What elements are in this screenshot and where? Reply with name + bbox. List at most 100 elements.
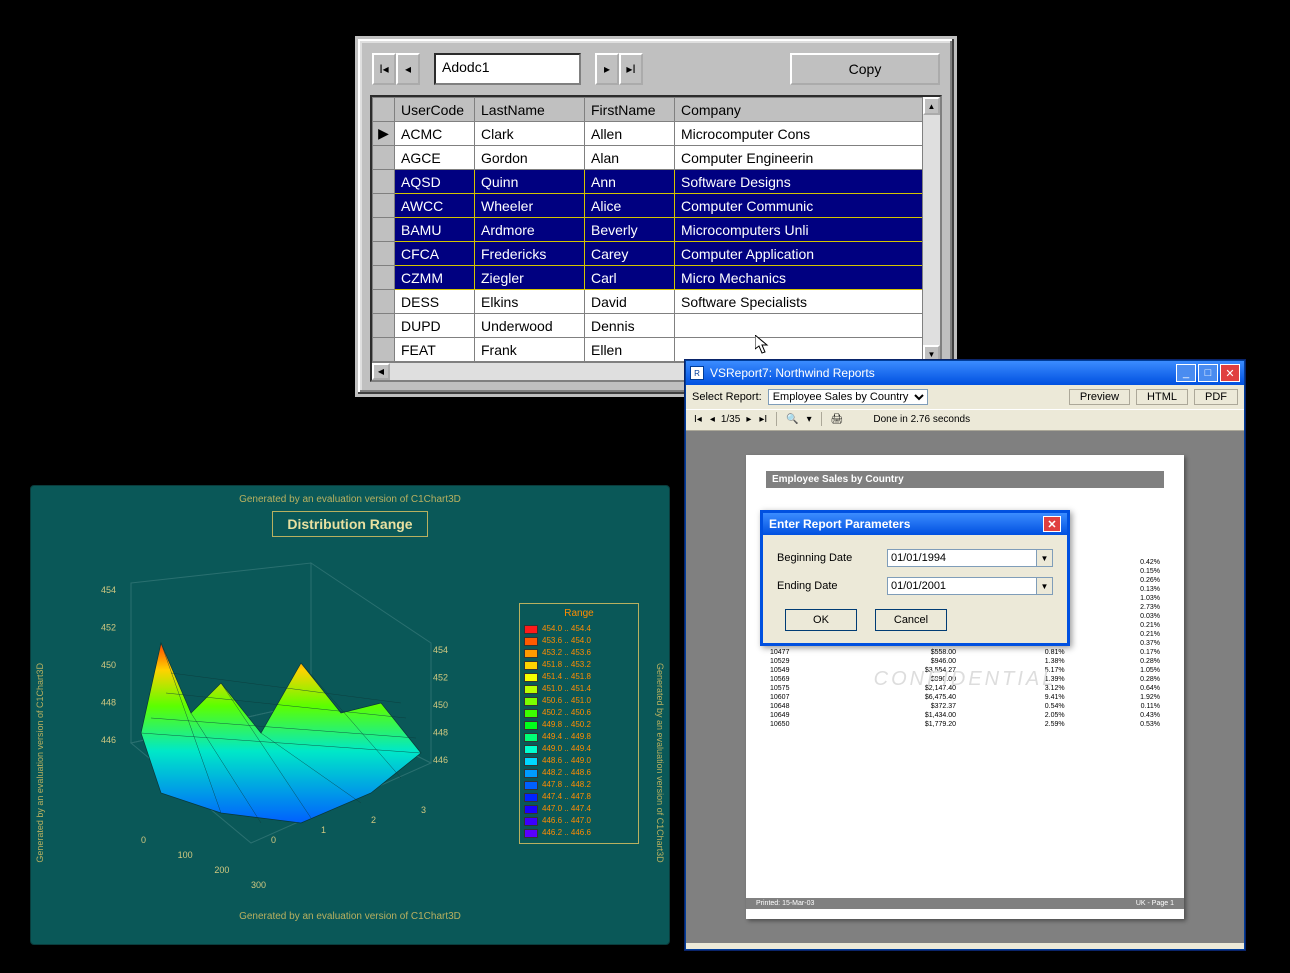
report-page-header: Employee Sales by Country: [766, 471, 1164, 488]
svg-text:200: 200: [214, 865, 229, 875]
recordset-name: Adodc1: [434, 53, 581, 85]
pager-prev-icon[interactable]: ◂: [708, 414, 717, 425]
table-row[interactable]: CFCAFredericksCareyComputer Application: [373, 242, 940, 266]
col-firstname[interactable]: FirstName: [585, 98, 675, 122]
end-date-dropdown-icon[interactable]: ▼: [1036, 578, 1052, 594]
table-row[interactable]: ▶ACMCClarkAllenMicrocomputer Cons: [373, 122, 940, 146]
legend-item: 449.4 .. 449.8: [524, 731, 634, 743]
report-status: Done in 2.76 seconds: [873, 414, 970, 425]
report-titlebar[interactable]: R VSReport7: Northwind Reports _ □ ✕: [686, 361, 1244, 385]
cancel-button[interactable]: Cancel: [875, 609, 947, 631]
preview-button[interactable]: Preview: [1069, 389, 1130, 405]
col-usercode[interactable]: UserCode: [395, 98, 475, 122]
end-date-input[interactable]: [888, 578, 1036, 594]
data-grid[interactable]: UserCode LastName FirstName Company ▶ACM…: [370, 95, 942, 382]
report-row: 10648$372.370.54%0.11%: [766, 702, 1164, 711]
chart-eval-right: Generated by an evaluation version of C1…: [655, 663, 665, 863]
svg-text:454: 454: [101, 585, 116, 595]
table-row[interactable]: BAMUArdmoreBeverlyMicrocomputers Unli: [373, 218, 940, 242]
table-row[interactable]: AGCEGordonAlanComputer Engineerin: [373, 146, 940, 170]
svg-text:0: 0: [271, 835, 276, 845]
report-select[interactable]: Employee Sales by Country: [768, 389, 928, 405]
svg-text:1: 1: [321, 825, 326, 835]
svg-text:452: 452: [433, 673, 448, 683]
report-row: 10649$1,434.002.05%0.43%: [766, 711, 1164, 720]
svg-text:3: 3: [421, 805, 426, 815]
report-row: 10529$946.001.38%0.28%: [766, 657, 1164, 666]
legend-item: 449.0 .. 449.4: [524, 743, 634, 755]
report-row: 10650$1,779.202.59%0.53%: [766, 720, 1164, 729]
pager-next-icon[interactable]: ▸: [744, 414, 753, 425]
chart-eval-bottom: Generated by an evaluation version of C1…: [31, 903, 669, 922]
minimize-button[interactable]: _: [1176, 364, 1196, 382]
legend-item: 450.2 .. 450.6: [524, 707, 634, 719]
grid-vscroll[interactable]: ▲ ▼: [922, 97, 940, 363]
nav-prev-button[interactable]: ◂: [396, 53, 420, 85]
legend-item: 446.2 .. 446.6: [524, 827, 634, 839]
report-row: 10569$990.001.39%0.28%: [766, 675, 1164, 684]
table-row[interactable]: AQSDQuinnAnnSoftware Designs: [373, 170, 940, 194]
pager-first-icon[interactable]: I◂: [692, 414, 704, 425]
chart3d-panel: Generated by an evaluation version of C1…: [30, 485, 670, 945]
select-report-label: Select Report:: [692, 391, 762, 403]
report-footer-right: UK - Page 1: [1136, 900, 1174, 907]
scroll-left-icon[interactable]: ◀: [372, 363, 390, 380]
copy-button[interactable]: Copy: [790, 53, 940, 85]
table-row[interactable]: CZMMZieglerCarlMicro Mechanics: [373, 266, 940, 290]
table-row[interactable]: FEATFrankEllen: [373, 338, 940, 362]
nav-first-button[interactable]: I◂: [372, 53, 396, 85]
legend-item: 451.0 .. 451.4: [524, 683, 634, 695]
dialog-close-button[interactable]: ✕: [1043, 516, 1061, 532]
report-pager: I◂ ◂ 1/35 ▸ ▸I 🔍 ▾ 🖨 Done in 2.76 second…: [686, 409, 1244, 431]
legend-item: 447.4 .. 447.8: [524, 791, 634, 803]
close-button[interactable]: ✕: [1220, 364, 1240, 382]
nav-next-button[interactable]: ▸: [595, 53, 619, 85]
pager-last-icon[interactable]: ▸I: [757, 414, 769, 425]
svg-text:448: 448: [101, 698, 116, 708]
svg-text:448: 448: [433, 728, 448, 738]
end-date-label: Ending Date: [777, 580, 887, 592]
legend-item: 450.6 .. 451.0: [524, 695, 634, 707]
html-button[interactable]: HTML: [1136, 389, 1188, 405]
col-lastname[interactable]: LastName: [475, 98, 585, 122]
report-row: 10607$6,475.409.41%1.92%: [766, 693, 1164, 702]
table-row[interactable]: DUPDUnderwoodDennis: [373, 314, 940, 338]
begin-date-dropdown-icon[interactable]: ▼: [1036, 550, 1052, 566]
begin-date-input[interactable]: [888, 550, 1036, 566]
report-window: R VSReport7: Northwind Reports _ □ ✕ Sel…: [685, 360, 1245, 950]
scroll-up-icon[interactable]: ▲: [923, 97, 940, 115]
svg-text:452: 452: [101, 623, 116, 633]
legend-item: 448.2 .. 448.6: [524, 767, 634, 779]
nav-last-button[interactable]: ▸I: [619, 53, 643, 85]
report-row: 10549$3,554.275.17%1.05%: [766, 666, 1164, 675]
svg-text:446: 446: [101, 735, 116, 745]
ok-button[interactable]: OK: [785, 609, 857, 631]
svg-text:100: 100: [178, 850, 193, 860]
report-window-title: VSReport7: Northwind Reports: [710, 366, 875, 380]
report-toolbar: Select Report: Employee Sales by Country…: [686, 385, 1244, 409]
maximize-button[interactable]: □: [1198, 364, 1218, 382]
table-row[interactable]: DESSElkinsDavidSoftware Specialists: [373, 290, 940, 314]
svg-text:446: 446: [433, 755, 448, 765]
svg-text:2: 2: [371, 815, 376, 825]
print-icon[interactable]: 🖨: [829, 414, 846, 425]
grid-header-row: UserCode LastName FirstName Company: [373, 98, 940, 122]
report-preview-area[interactable]: Employee Sales by Country CONFIDENTIAL 1…: [686, 431, 1244, 943]
legend-item: 453.6 .. 454.0: [524, 635, 634, 647]
table-row[interactable]: AWCCWheelerAliceComputer Communic: [373, 194, 940, 218]
report-row: 10477$558.000.81%0.17%: [766, 648, 1164, 657]
pdf-button[interactable]: PDF: [1194, 389, 1238, 405]
report-app-icon: R: [690, 366, 704, 380]
report-footer-left: Printed: 15-Mar-03: [756, 900, 814, 907]
begin-date-label: Beginning Date: [777, 552, 887, 564]
col-company[interactable]: Company: [675, 98, 940, 122]
legend-item: 451.4 .. 451.8: [524, 671, 634, 683]
svg-text:454: 454: [433, 645, 448, 655]
svg-text:450: 450: [101, 660, 116, 670]
zoom-icon[interactable]: 🔍: [784, 414, 800, 425]
dialog-titlebar[interactable]: Enter Report Parameters ✕: [763, 513, 1067, 535]
zoom-dropdown-icon[interactable]: ▾: [805, 414, 814, 425]
legend-item: 447.8 .. 448.2: [524, 779, 634, 791]
svg-text:300: 300: [251, 880, 266, 890]
svg-text:450: 450: [433, 700, 448, 710]
